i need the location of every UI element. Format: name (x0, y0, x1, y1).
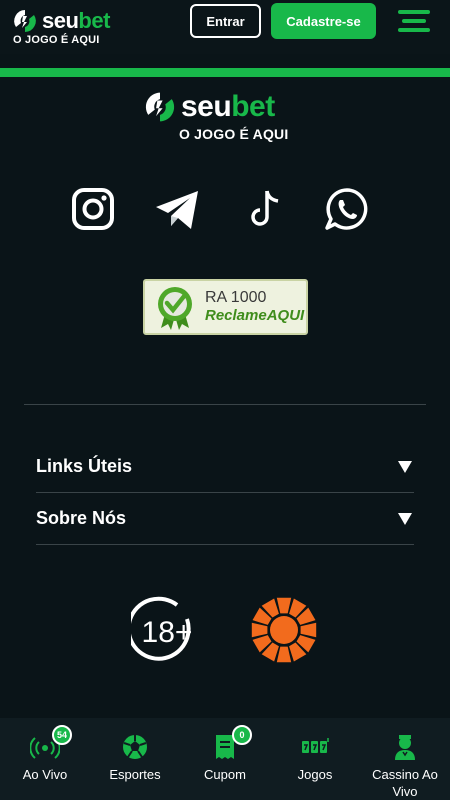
social-links (70, 186, 370, 232)
brand-mark-icon (145, 92, 175, 122)
accordion-label: Links Úteis (36, 456, 133, 476)
telegram-icon[interactable] (154, 186, 200, 232)
brand-mark-icon (14, 10, 36, 32)
brand-wordmark: seubet (181, 90, 275, 123)
brand-wordmark: seubet (42, 8, 110, 33)
nav-label: Jogos (297, 767, 333, 782)
bottom-navigation: 54 Ao Vivo Esportes 0 Cupom Jogos Cassin… (0, 718, 450, 800)
accordion-sobre-nos[interactable]: Sobre Nós (36, 493, 414, 545)
instagram-icon[interactable] (70, 186, 116, 232)
divider (24, 404, 426, 405)
nav-label: Ao Vivo (22, 767, 68, 782)
hamburger-menu-icon[interactable] (398, 10, 430, 36)
top-header: seubet O JOGO É AQUI Entrar Cadastre-se (0, 0, 450, 54)
reclame-name: ReclameAQUI (205, 307, 305, 324)
nav-jogos[interactable]: Jogos (270, 718, 360, 800)
nav-esportes[interactable]: Esportes (90, 718, 180, 800)
brand-tagline: O JOGO É AQUI (179, 126, 289, 142)
nav-ao-vivo[interactable]: 54 Ao Vivo (0, 718, 90, 800)
accent-bar (0, 68, 450, 77)
reclame-aqui-badge[interactable]: RA 1000 ReclameAQUI (143, 279, 308, 335)
tiktok-icon[interactable] (242, 186, 288, 232)
footer-logo: seubet O JOGO É AQUI (143, 90, 313, 142)
caret-down-icon (398, 512, 412, 525)
dealer-icon (395, 735, 415, 760)
responsible-gaming-sun-icon (251, 597, 317, 663)
soccer-ball-icon (123, 735, 147, 759)
caret-down-icon (398, 460, 412, 473)
verified-seal-icon (158, 287, 192, 330)
age-badge-text: 18+ (142, 616, 193, 649)
whatsapp-icon[interactable] (324, 186, 370, 232)
nav-label: Cassino Ao Vivo (372, 767, 438, 799)
nav-cassino-ao-vivo[interactable]: Cassino Ao Vivo (360, 718, 450, 800)
nav-label: Cupom (204, 767, 246, 782)
brand-tagline: O JOGO É AQUI (13, 34, 100, 46)
accordion-label: Sobre Nós (36, 508, 127, 528)
age-restriction-icon: 18+ (131, 596, 193, 661)
nav-label: Esportes (109, 767, 161, 782)
accordion-links-uteis[interactable]: Links Úteis (36, 441, 414, 493)
header-logo[interactable]: seubet O JOGO É AQUI (12, 8, 110, 47)
signup-button[interactable]: Cadastre-se (271, 3, 376, 39)
reclame-score: RA 1000 (205, 289, 267, 306)
login-button[interactable]: Entrar (190, 4, 261, 38)
live-count-badge: 54 (52, 725, 72, 745)
nav-cupom[interactable]: 0 Cupom (180, 718, 270, 800)
coupon-count-badge: 0 (232, 725, 252, 745)
slot-machine-icon (302, 738, 329, 753)
